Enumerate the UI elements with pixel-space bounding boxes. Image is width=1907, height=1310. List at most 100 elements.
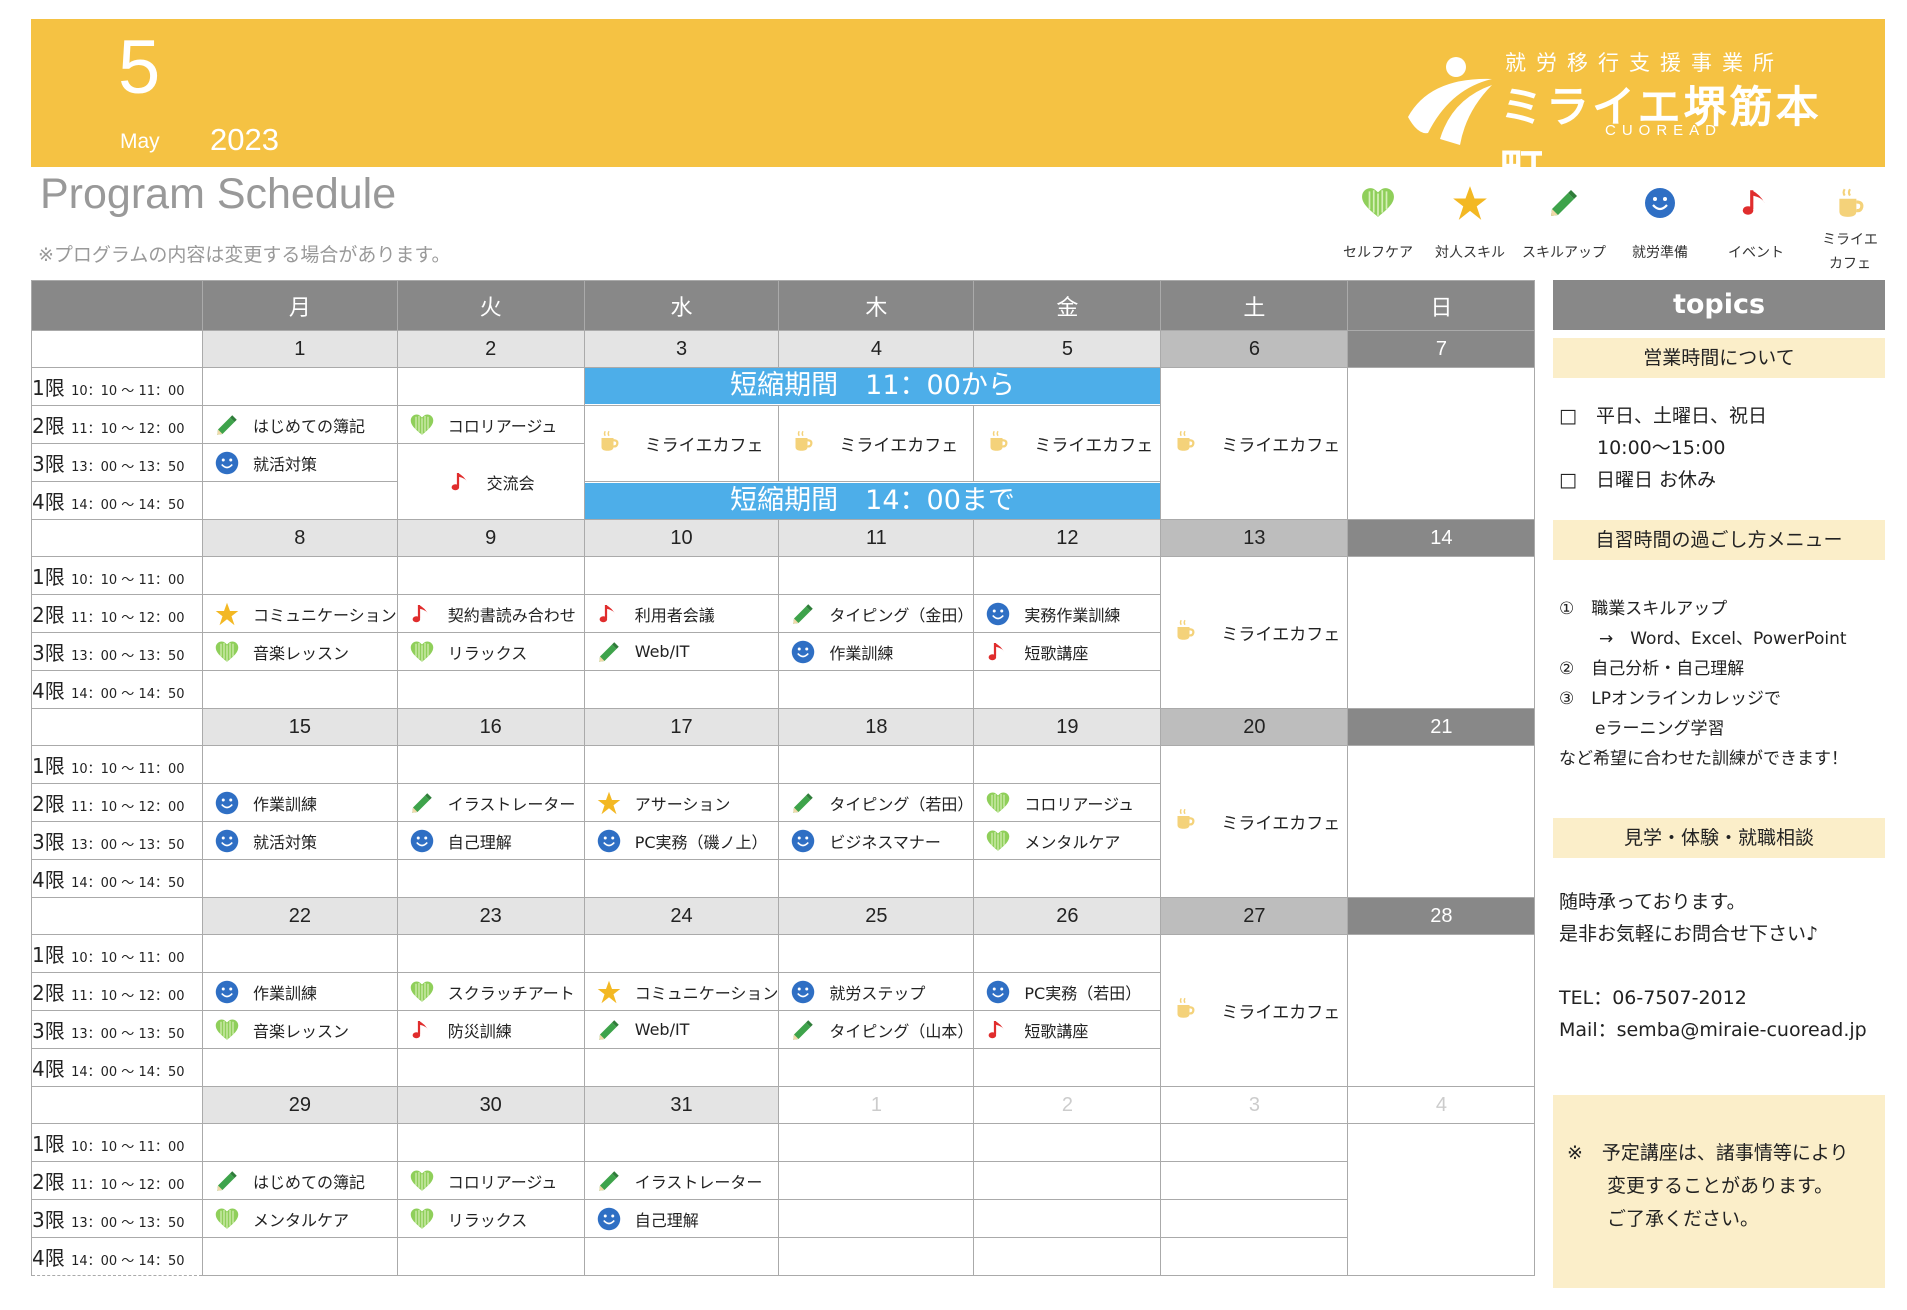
pencil-icon xyxy=(791,1018,815,1042)
program-item: メンタルケア xyxy=(974,822,1160,859)
legend-event: イベント xyxy=(1710,175,1802,262)
smiley-icon xyxy=(410,829,434,853)
date-cell: 6 xyxy=(1160,330,1349,368)
heart-icon xyxy=(410,1169,434,1193)
date-row-spacer xyxy=(31,897,203,935)
weekday-sat: 土 xyxy=(1160,280,1349,331)
contact-tel: TEL：06-7507-2012 xyxy=(1559,987,1747,1009)
date-cell: 29 xyxy=(202,1086,398,1124)
heart-icon xyxy=(410,640,434,664)
date-cell: 4 xyxy=(778,330,975,368)
heart-icon xyxy=(986,791,1010,815)
pencil-icon xyxy=(410,791,434,815)
period-label: 1限 10：10 〜 11：00 xyxy=(31,556,203,595)
cafe-item: ミライエカフェ xyxy=(1161,429,1347,458)
date-cell: 2 xyxy=(973,1086,1162,1124)
star-icon xyxy=(597,980,621,1004)
music-note-icon xyxy=(1739,185,1773,221)
date-row-spacer xyxy=(31,519,203,557)
period-label: 4限 14：00 〜 14：50 xyxy=(31,670,203,709)
music-note-icon xyxy=(986,640,1010,664)
period-label: 1限 10：10 〜 11：00 xyxy=(31,934,203,973)
smiley-icon xyxy=(791,980,815,1004)
date-cell: 27 xyxy=(1160,897,1349,935)
legend-label: 対人スキル xyxy=(1435,245,1505,261)
music-note-icon xyxy=(986,1018,1010,1042)
program-item: 短歌講座 xyxy=(974,1011,1160,1048)
short-period-start-band: 短縮期間 11：00から xyxy=(585,368,1160,404)
smiley-icon xyxy=(986,602,1010,626)
date-cell: 1 xyxy=(778,1086,975,1124)
program-item: 実務作業訓練 xyxy=(974,595,1160,632)
contact-text: 随時承っております。 是非お気軽にお問合せ下さい♪ TEL：06-7507-20… xyxy=(1553,858,1885,1046)
legend-label: ミライエ カフェ xyxy=(1822,232,1878,272)
logo-roman: CUOREAD xyxy=(1605,122,1723,139)
date-cell: 28 xyxy=(1347,897,1536,935)
date-cell: 21 xyxy=(1347,708,1536,746)
date-cell: 22 xyxy=(202,897,398,935)
selfstudy-text: ① 職業スキルアップ → Word、Excel、PowerPoint ② 自己分… xyxy=(1559,599,1848,769)
cup-icon xyxy=(791,429,815,453)
program-item: タイピング（金田） xyxy=(779,595,973,632)
smiley-icon xyxy=(215,791,239,815)
date-cell: 3 xyxy=(583,330,780,368)
program-item: 作業訓練 xyxy=(203,973,396,1010)
program-item: 就活対策 xyxy=(203,822,396,859)
pencil-icon xyxy=(1548,187,1580,219)
date-cell: 25 xyxy=(778,897,975,935)
program-item: 作業訓練 xyxy=(203,784,396,821)
program-item: PC実務（磯ノ上） xyxy=(585,822,778,859)
period-label: 1限 10：10 〜 11：00 xyxy=(31,367,203,406)
music-note-icon xyxy=(410,602,434,626)
heart-icon xyxy=(215,1018,239,1042)
cafe-item: ミライエカフェ xyxy=(974,429,1160,458)
date-cell: 1 xyxy=(202,330,398,368)
date-row-spacer xyxy=(31,1086,203,1124)
program-item: Web/IT xyxy=(585,633,778,670)
smiley-icon xyxy=(1644,187,1676,219)
contact-mail: Mail：semba@miraie-cuoread.jp xyxy=(1559,1019,1867,1041)
program-item: 自己理解 xyxy=(398,822,583,859)
period-label: 4限 14：00 〜 14：50 xyxy=(31,1048,203,1087)
heart-icon xyxy=(410,1207,434,1231)
pencil-icon xyxy=(791,791,815,815)
period-label: 1限 10：10 〜 11：00 xyxy=(31,1123,203,1162)
legend-label: セルフケア xyxy=(1343,245,1413,261)
legend-selfcare: セルフケア xyxy=(1332,175,1424,262)
date-cell: 11 xyxy=(778,519,975,557)
cup-icon xyxy=(1173,618,1197,642)
smiley-icon xyxy=(215,980,239,1004)
program-item: はじめての簿記 xyxy=(203,406,396,443)
weekday-thu: 木 xyxy=(778,280,975,331)
period-label: 2限 11：10 〜 12：00 xyxy=(31,594,203,633)
period-label: 2限 11：10 〜 12：00 xyxy=(31,972,203,1011)
period-label: 3限 13：00 〜 13：50 xyxy=(31,1010,203,1049)
smiley-icon xyxy=(791,640,815,664)
page-title: Program Schedule xyxy=(40,170,397,218)
date-cell: 31 xyxy=(583,1086,780,1124)
date-cell: 4 xyxy=(1347,1086,1536,1124)
weekday-mon: 月 xyxy=(202,280,398,331)
star-icon xyxy=(215,602,239,626)
pencil-icon xyxy=(597,1169,621,1193)
date-cell: 12 xyxy=(973,519,1162,557)
period-label: 3限 13：00 〜 13：50 xyxy=(31,443,203,482)
legend-label: スキルアップ xyxy=(1522,245,1606,261)
weekday-wed: 水 xyxy=(583,280,780,331)
legend-skillup: スキルアップ xyxy=(1518,175,1610,262)
date-row-spacer xyxy=(31,708,203,746)
program-item: 防災訓練 xyxy=(398,1011,583,1048)
legend-interpersonal: 対人スキル xyxy=(1424,175,1516,262)
date-cell: 7 xyxy=(1347,330,1536,368)
weekday-tue: 火 xyxy=(396,280,585,331)
period-label: 3限 13：00 〜 13：50 xyxy=(31,821,203,860)
cup-icon xyxy=(597,429,621,453)
period-label: 4限 14：00 〜 14：50 xyxy=(31,1237,203,1276)
program-item: ビジネスマナー xyxy=(779,822,973,859)
program-item: リラックス xyxy=(398,1200,583,1237)
hours-text: □ 平日、土曜日、祝日 10:00〜15:00 □ 日曜日 お休み xyxy=(1559,405,1767,491)
heart-icon xyxy=(1361,188,1395,218)
date-cell: 2 xyxy=(396,330,585,368)
heart-icon xyxy=(215,1207,239,1231)
cup-icon xyxy=(1173,996,1197,1020)
